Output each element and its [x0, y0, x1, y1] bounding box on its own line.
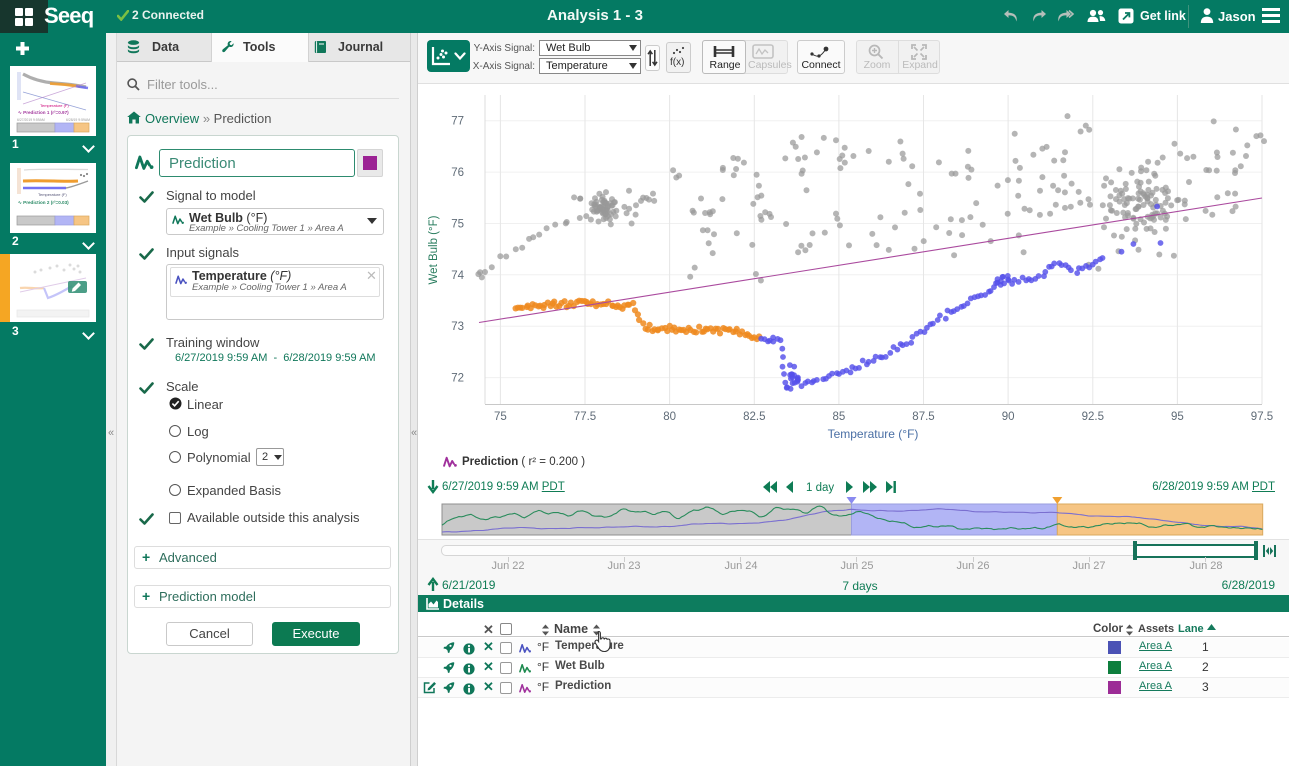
svg-text:95: 95 [1171, 411, 1184, 423]
svg-text:75: 75 [494, 411, 507, 423]
svg-text:6/28/19 9:59AM: 6/28/19 9:59AM [66, 118, 90, 122]
svg-text:87.5: 87.5 [912, 411, 934, 423]
svg-text:76: 76 [451, 167, 464, 179]
svg-text:74: 74 [451, 270, 464, 282]
svg-text:Temperature (F): Temperature (F) [40, 103, 69, 108]
svg-text:82.5: 82.5 [743, 411, 765, 423]
svg-text:90: 90 [1002, 411, 1015, 423]
svg-text:72: 72 [451, 373, 464, 385]
svg-text:73: 73 [451, 321, 464, 333]
svg-text:Temperature (F): Temperature (F) [38, 192, 67, 197]
svg-text:∿ Prediction 2 (r²=0.03): ∿ Prediction 2 (r²=0.03) [18, 200, 69, 205]
svg-text:77.5: 77.5 [574, 411, 596, 423]
svg-text:92.5: 92.5 [1082, 411, 1104, 423]
svg-text:77: 77 [451, 116, 464, 128]
svg-text:85: 85 [833, 411, 846, 423]
svg-text:80: 80 [663, 411, 676, 423]
svg-text:6/27/2019 9:59AM: 6/27/2019 9:59AM [17, 118, 45, 122]
svg-text:∿ Prediction 1 (r²=0.97): ∿ Prediction 1 (r²=0.97) [18, 110, 69, 115]
svg-text:97.5: 97.5 [1251, 411, 1273, 423]
svg-text:Wet Bulb (°F): Wet Bulb (°F) [428, 215, 440, 284]
svg-text:75: 75 [451, 219, 464, 231]
svg-text:Temperature (°F): Temperature (°F) [828, 427, 919, 441]
